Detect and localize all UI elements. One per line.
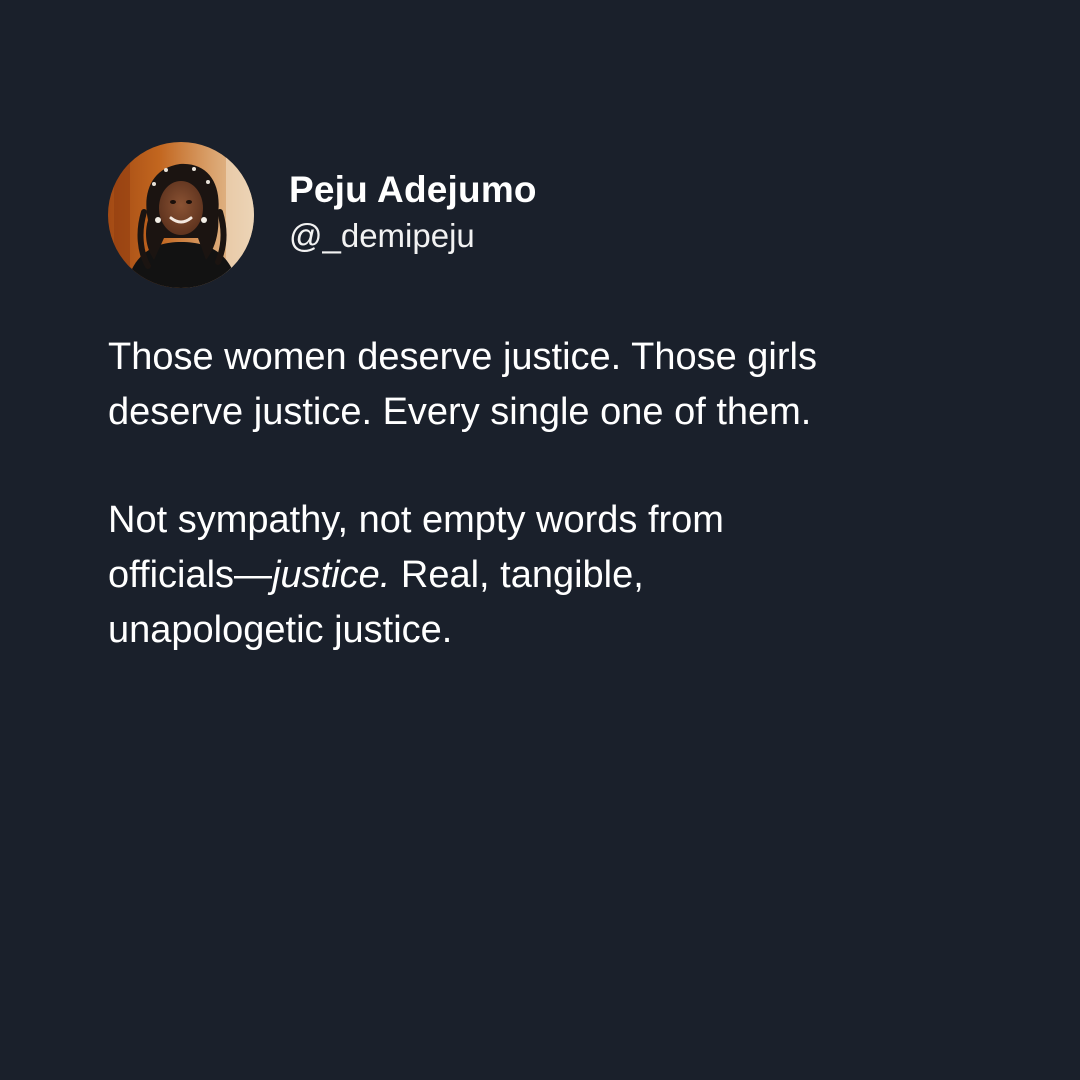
- post-line: deserve justice. Every single one of the…: [108, 391, 812, 433]
- post-line: Those women deserve justice. Those girls: [108, 336, 817, 378]
- post-paragraph-2: Not sympathy, not empty words from offic…: [108, 493, 988, 658]
- profile-photo-icon: [108, 142, 254, 288]
- post-line-prefix: officials—: [108, 554, 273, 596]
- post-card: Peju Adejumo @_demipeju Those women dese…: [0, 0, 1080, 1080]
- author-display-name[interactable]: Peju Adejumo: [289, 167, 537, 213]
- author-names: Peju Adejumo @_demipeju: [289, 167, 537, 259]
- post-line: Not sympathy, not empty words from: [108, 499, 724, 541]
- avatar[interactable]: [108, 142, 254, 288]
- post-line-suffix: Real, tangible,: [390, 554, 644, 596]
- post-body: Those women deserve justice. Those girls…: [108, 330, 988, 658]
- post-paragraph-1: Those women deserve justice. Those girls…: [108, 330, 988, 440]
- post-emphasis: justice.: [272, 554, 391, 596]
- post-line: unapologetic justice.: [108, 609, 453, 651]
- post-author: Peju Adejumo @_demipeju: [108, 142, 537, 288]
- author-handle[interactable]: @_demipeju: [289, 213, 537, 259]
